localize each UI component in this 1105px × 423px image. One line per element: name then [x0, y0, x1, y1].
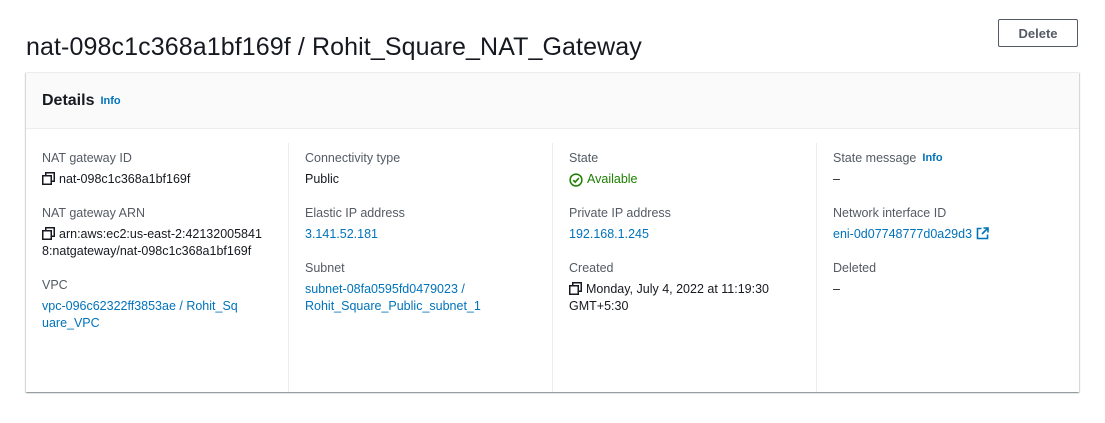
- details-columns: NAT gateway ID nat-098c1c368a1bf169f NAT…: [26, 129, 1079, 392]
- network-interface-link[interactable]: eni-0d07748777d0a29d3: [833, 227, 972, 241]
- field-elastic-ip: Elastic IP address 3.141.52.181: [305, 204, 552, 243]
- copy-icon[interactable]: [42, 172, 55, 185]
- field-vpc: VPC vpc-096c62322ff3853ae / Rohit_Square…: [42, 276, 288, 332]
- elastic-ip-link[interactable]: 3.141.52.181: [305, 227, 378, 241]
- connectivity-type-value: Public: [305, 172, 340, 186]
- network-interface-label: Network interface ID: [833, 206, 947, 220]
- elastic-ip-label: Elastic IP address: [305, 206, 405, 220]
- details-header: Details Info: [26, 73, 1079, 129]
- created-label: Created: [569, 261, 614, 275]
- created-value: Monday, July 4, 2022 at 11:19:30 GMT+5:3…: [569, 282, 769, 313]
- private-ip-label: Private IP address: [569, 206, 671, 220]
- vpc-link[interactable]: vpc-096c62322ff3853ae / Rohit_Square_VPC: [42, 299, 238, 330]
- column-1: NAT gateway ID nat-098c1c368a1bf169f NAT…: [26, 129, 288, 392]
- deleted-value: –: [833, 282, 840, 296]
- copy-icon[interactable]: [569, 282, 582, 295]
- state-message-label: State message: [833, 151, 917, 165]
- vpc-label: VPC: [42, 278, 68, 292]
- column-4: State message Info – Network interface I…: [816, 143, 1079, 392]
- column-3: State Available Private IP address 192.1…: [552, 143, 816, 392]
- column-2: Connectivity type Public Elastic IP addr…: [288, 143, 552, 392]
- nat-gateway-arn-label: NAT gateway ARN: [42, 206, 146, 220]
- subnet-label: Subnet: [305, 261, 345, 275]
- copy-icon[interactable]: [42, 227, 55, 240]
- status-available-icon: [569, 172, 583, 187]
- field-subnet: Subnet subnet-08fa0595fd0479023 / Rohit_…: [305, 259, 552, 315]
- state-message-value: –: [833, 172, 840, 186]
- field-connectivity-type: Connectivity type Public: [305, 149, 552, 188]
- field-nat-gateway-arn: NAT gateway ARN arn:aws:ec2:us-east-2:42…: [42, 204, 288, 260]
- details-container: Details Info NAT gateway ID nat-098c1c36…: [26, 72, 1079, 392]
- details-info-link[interactable]: Info: [100, 95, 120, 107]
- nat-gateway-id-label: NAT gateway ID: [42, 151, 132, 165]
- field-nat-gateway-id: NAT gateway ID nat-098c1c368a1bf169f: [42, 149, 288, 188]
- field-deleted: Deleted –: [833, 259, 1079, 298]
- private-ip-link[interactable]: 192.168.1.245: [569, 227, 649, 241]
- nat-gateway-id-value: nat-098c1c368a1bf169f: [59, 172, 191, 186]
- field-state: State Available: [569, 149, 816, 188]
- details-title: Details: [42, 91, 95, 109]
- delete-button[interactable]: Delete: [998, 19, 1078, 47]
- subnet-link[interactable]: subnet-08fa0595fd0479023 / Rohit_Square_…: [305, 282, 481, 313]
- field-created: Created Monday, July 4, 2022 at 11:19:30…: [569, 259, 816, 315]
- deleted-label: Deleted: [833, 261, 877, 275]
- field-private-ip: Private IP address 192.168.1.245: [569, 204, 816, 243]
- nat-gateway-arn-value: arn:aws:ec2:us-east-2:421320058418:natga…: [42, 227, 262, 258]
- connectivity-type-label: Connectivity type: [305, 151, 401, 165]
- field-state-message: State message Info –: [833, 149, 1079, 188]
- state-value: Available: [587, 172, 638, 186]
- external-link-icon[interactable]: [976, 227, 989, 240]
- page-title: nat-098c1c368a1bf169f / Rohit_Square_NAT…: [26, 32, 642, 61]
- state-message-info-link[interactable]: Info: [922, 149, 942, 167]
- state-label: State: [569, 151, 599, 165]
- field-network-interface: Network interface ID eni-0d07748777d0a29…: [833, 204, 1079, 243]
